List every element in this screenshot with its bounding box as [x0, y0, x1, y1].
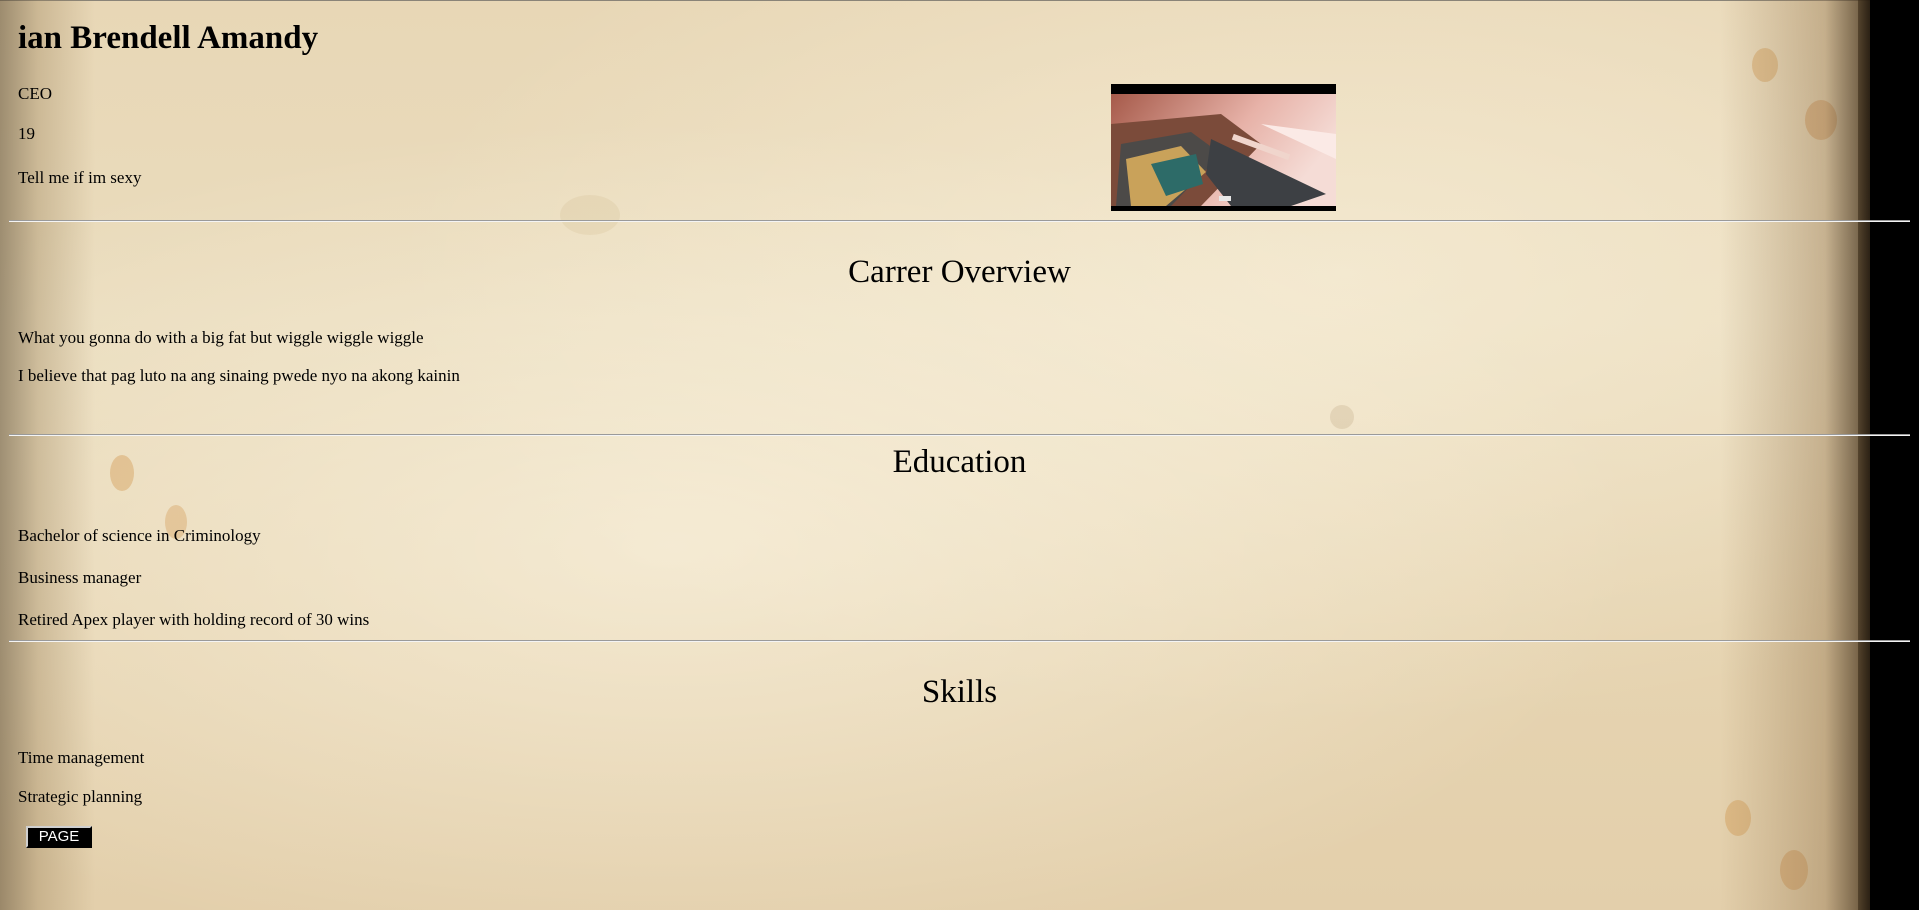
career-overview-heading: Carrer Overview — [848, 254, 1071, 290]
education-item: Business manager — [18, 568, 142, 587]
resume-page: ian Brendell Amandy CEO 19 Tell me if im… — [0, 0, 1919, 910]
career-item: What you gonna do with a big fat but wig… — [18, 328, 424, 347]
education-heading: Education — [892, 444, 1027, 480]
skills-item: Strategic planning — [18, 787, 143, 806]
age: 19 — [18, 124, 35, 143]
person-name: ian Brendell Amandy — [18, 20, 319, 56]
career-item: I believe that pag luto na ang sinaing p… — [18, 366, 460, 385]
education-item: Bachelor of science in Criminology — [18, 526, 261, 545]
job-title: CEO — [18, 84, 52, 103]
skills-item: Time management — [18, 748, 145, 767]
education-item: Retired Apex player with holding record … — [18, 610, 370, 629]
skills-heading: Skills — [921, 674, 998, 710]
tagline: Tell me if im sexy — [18, 168, 142, 187]
page-button[interactable]: PAGE — [26, 826, 92, 848]
section-divider — [9, 434, 1910, 436]
profile-image — [1111, 84, 1336, 211]
section-divider — [9, 220, 1910, 222]
section-divider — [9, 640, 1910, 642]
